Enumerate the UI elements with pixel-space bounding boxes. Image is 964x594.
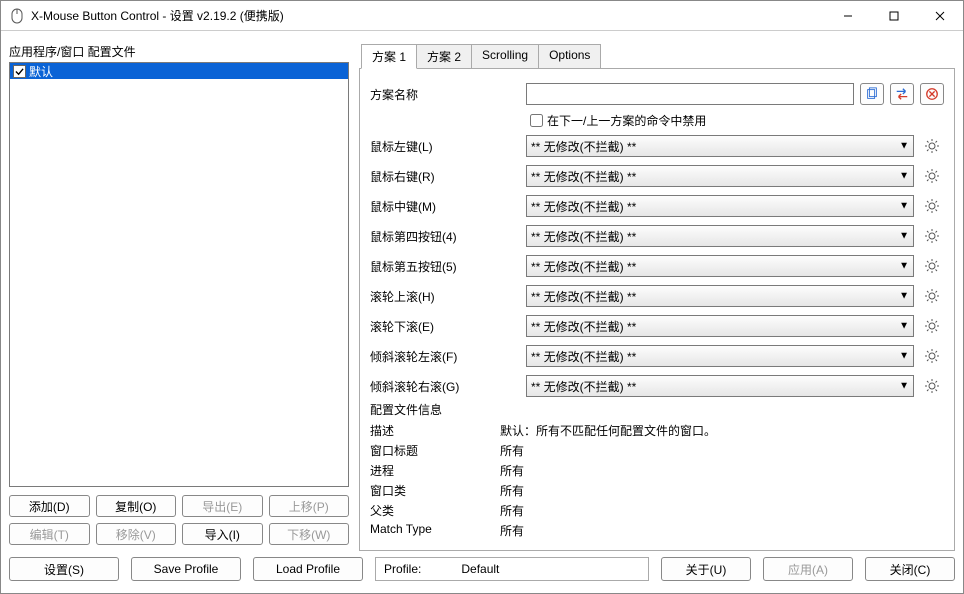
- button5-label: 鼠标第五按钮(5): [370, 258, 520, 275]
- button5-combo[interactable]: ** 无修改(不拦截) **▼: [526, 255, 914, 277]
- left-button-label: 鼠标左键(L): [370, 138, 520, 155]
- profinfo-parent-value: 所有: [500, 502, 524, 520]
- right-button-combo[interactable]: ** 无修改(不拦截) **▼: [526, 165, 914, 187]
- tiltright-config[interactable]: [920, 375, 944, 397]
- tab-page: 方案名称 在下一/上一方案的命令中禁用 鼠标左键(L) ** 无修改(不拦截) *…: [359, 68, 955, 551]
- profile-item-checkbox[interactable]: [13, 65, 26, 78]
- profinfo-match-value: 所有: [500, 522, 524, 540]
- edit-profile-button[interactable]: 编辑(T): [9, 523, 90, 545]
- apply-button[interactable]: 应用(A): [763, 557, 853, 581]
- tiltright-combo[interactable]: ** 无修改(不拦截) **▼: [526, 375, 914, 397]
- profinfo-class-value: 所有: [500, 482, 524, 500]
- footer-bar: 设置(S) Save Profile Load Profile Profile:…: [1, 553, 963, 593]
- profinfo-desc-value: 默认：所有不匹配任何配置文件的窗口。: [500, 422, 716, 440]
- chevron-down-icon: ▼: [899, 141, 909, 152]
- tiltright-label: 倾斜滚轮右滚(G): [370, 378, 520, 395]
- moveup-profile-button[interactable]: 上移(P): [269, 495, 350, 517]
- reset-layer-button[interactable]: [920, 83, 944, 105]
- tiltleft-label: 倾斜滚轮左滚(F): [370, 348, 520, 365]
- chevron-down-icon: ▼: [899, 231, 909, 242]
- profinfo-caption-label: 窗口标题: [370, 442, 500, 460]
- wheelup-config[interactable]: [920, 285, 944, 307]
- wheelup-label: 滚轮上滚(H): [370, 288, 520, 305]
- layer-tabs: 方案 1 方案 2 Scrolling Options: [359, 44, 955, 69]
- current-profile-status: Profile: Default: [375, 557, 649, 581]
- about-button[interactable]: 关于(U): [661, 557, 751, 581]
- profile-status-value: Default: [461, 562, 499, 576]
- chevron-down-icon: ▼: [899, 201, 909, 212]
- profinfo-process-value: 所有: [500, 462, 524, 480]
- profinfo-process-label: 进程: [370, 462, 500, 480]
- right-button-label: 鼠标右键(R): [370, 168, 520, 185]
- profile-item-default[interactable]: 默认: [10, 63, 348, 79]
- copy-layer-button[interactable]: [860, 83, 884, 105]
- tab-layer-2[interactable]: 方案 2: [416, 44, 472, 69]
- button5-config[interactable]: [920, 255, 944, 277]
- wheelup-combo[interactable]: ** 无修改(不拦截) **▼: [526, 285, 914, 307]
- layer-name-input[interactable]: [526, 83, 854, 105]
- chevron-down-icon: ▼: [899, 351, 909, 362]
- profile-info-section: 配置文件信息 描述默认：所有不匹配任何配置文件的窗口。 窗口标题所有 进程所有 …: [370, 401, 944, 540]
- chevron-down-icon: ▼: [899, 321, 909, 332]
- save-profile-button[interactable]: Save Profile: [131, 557, 241, 581]
- app-icon: [9, 8, 25, 24]
- middle-button-config[interactable]: [920, 195, 944, 217]
- title-bar: X-Mouse Button Control - 设置 v2.19.2 (便携版…: [1, 1, 963, 31]
- wheeldown-label: 滚轮下滚(E): [370, 318, 520, 335]
- disable-in-cycle-label: 在下一/上一方案的命令中禁用: [547, 112, 706, 129]
- tiltleft-combo[interactable]: ** 无修改(不拦截) **▼: [526, 345, 914, 367]
- left-button-combo[interactable]: ** 无修改(不拦截) **▼: [526, 135, 914, 157]
- chevron-down-icon: ▼: [899, 381, 909, 392]
- window-title: X-Mouse Button Control - 设置 v2.19.2 (便携版…: [31, 7, 825, 24]
- button4-label: 鼠标第四按钮(4): [370, 228, 520, 245]
- right-button-config[interactable]: [920, 165, 944, 187]
- button4-config[interactable]: [920, 225, 944, 247]
- profinfo-desc-label: 描述: [370, 422, 500, 440]
- profinfo-class-label: 窗口类: [370, 482, 500, 500]
- tab-options[interactable]: Options: [538, 44, 601, 69]
- add-profile-button[interactable]: 添加(D): [9, 495, 90, 517]
- tab-scrolling[interactable]: Scrolling: [471, 44, 539, 69]
- tiltleft-config[interactable]: [920, 345, 944, 367]
- load-profile-button[interactable]: Load Profile: [253, 557, 363, 581]
- wheeldown-config[interactable]: [920, 315, 944, 337]
- middle-button-label: 鼠标中键(M): [370, 198, 520, 215]
- import-profile-button[interactable]: 导入(I): [182, 523, 263, 545]
- profinfo-match-label: Match Type: [370, 522, 500, 540]
- chevron-down-icon: ▼: [899, 261, 909, 272]
- profile-status-label: Profile:: [384, 562, 421, 576]
- close-button[interactable]: 关闭(C): [865, 557, 955, 581]
- disable-in-cycle-checkbox[interactable]: [530, 114, 543, 127]
- wheeldown-combo[interactable]: ** 无修改(不拦截) **▼: [526, 315, 914, 337]
- chevron-down-icon: ▼: [899, 171, 909, 182]
- layer-name-label: 方案名称: [370, 86, 520, 103]
- profinfo-caption-value: 所有: [500, 442, 524, 460]
- remove-profile-button[interactable]: 移除(V): [96, 523, 177, 545]
- maximize-button[interactable]: [871, 1, 917, 30]
- left-button-config[interactable]: [920, 135, 944, 157]
- chevron-down-icon: ▼: [899, 291, 909, 302]
- export-profile-button[interactable]: 导出(E): [182, 495, 263, 517]
- profile-info-title: 配置文件信息: [370, 401, 944, 418]
- profiles-list[interactable]: 默认: [9, 62, 349, 487]
- middle-button-combo[interactable]: ** 无修改(不拦截) **▼: [526, 195, 914, 217]
- copy-profile-button[interactable]: 复制(O): [96, 495, 177, 517]
- settings-button[interactable]: 设置(S): [9, 557, 119, 581]
- profinfo-parent-label: 父类: [370, 502, 500, 520]
- close-window-button[interactable]: [917, 1, 963, 30]
- swap-layer-button[interactable]: [890, 83, 914, 105]
- profiles-heading: 应用程序/窗口 配置文件: [9, 43, 349, 60]
- button4-combo[interactable]: ** 无修改(不拦截) **▼: [526, 225, 914, 247]
- profile-item-label: 默认: [29, 63, 53, 80]
- movedown-profile-button[interactable]: 下移(W): [269, 523, 350, 545]
- minimize-button[interactable]: [825, 1, 871, 30]
- tab-layer-1[interactable]: 方案 1: [361, 44, 417, 69]
